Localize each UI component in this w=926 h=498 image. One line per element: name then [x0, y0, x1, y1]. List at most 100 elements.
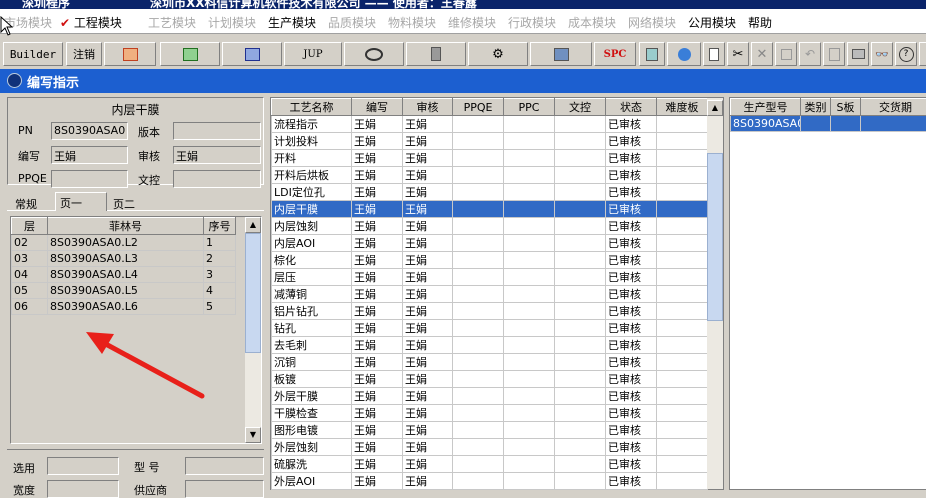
table-row[interactable]: 058S0390ASA0.L54 [12, 283, 236, 299]
help-button[interactable]: ? [895, 42, 917, 66]
column-header[interactable]: 交货期 [861, 99, 926, 116]
menu-item[interactable]: 工艺模块 [148, 14, 196, 31]
tab-general[interactable]: 常规 [11, 196, 41, 212]
table-row[interactable]: 流程指示王娟王娟已审核 [272, 116, 708, 133]
extra-button[interactable] [919, 42, 926, 66]
menu-item[interactable]: 生产模块 [268, 14, 316, 31]
table-row[interactable]: 048S0390ASA0.L43 [12, 267, 236, 283]
ppqe-field[interactable] [51, 170, 128, 188]
scroll-down-icon[interactable]: ▼ [245, 427, 261, 443]
table-row[interactable]: 计划投料王娟王娟已审核 [272, 133, 708, 150]
table-row[interactable]: 外层AOI王娟王娟已审核 [272, 473, 708, 490]
jup-button[interactable]: JUP [284, 42, 342, 66]
column-header[interactable]: 层 [12, 218, 48, 235]
table-row[interactable]: 内层干膜王娟王娟已审核 [272, 201, 708, 218]
globe-button[interactable] [667, 42, 701, 66]
doc-control-field[interactable] [173, 170, 261, 188]
computer-button[interactable] [530, 42, 592, 66]
column-header[interactable]: 类别 [801, 99, 831, 116]
table-cell: 已审核 [606, 354, 657, 371]
preview-button[interactable] [823, 42, 845, 66]
column-header[interactable]: 编写 [352, 99, 403, 116]
table-row[interactable]: LDI定位孔王娟王娟已审核 [272, 184, 708, 201]
column-header[interactable]: 审核 [403, 99, 453, 116]
table-row[interactable]: 去毛刺王娟王娟已审核 [272, 337, 708, 354]
version-field[interactable] [173, 122, 261, 140]
table-row[interactable]: 内层蚀刻王娟王娟已审核 [272, 218, 708, 235]
scroll-thumb[interactable] [707, 153, 723, 321]
undo-button[interactable]: ↶ [799, 42, 821, 66]
tab-page-one[interactable]: 页一 [55, 192, 107, 211]
layer-scrollbar[interactable]: ▲ ▼ [245, 217, 261, 443]
table-row[interactable]: 外层干膜王娟王娟已审核 [272, 388, 708, 405]
table-row[interactable]: 外层蚀刻王娟王娟已审核 [272, 439, 708, 456]
table-row[interactable]: 干膜检查王娟王娟已审核 [272, 405, 708, 422]
view-button[interactable] [344, 42, 404, 66]
calculator-button[interactable] [639, 42, 665, 66]
table-row[interactable]: 开料后烘板王娟王娟已审核 [272, 167, 708, 184]
table-cell [504, 286, 555, 303]
table-row[interactable]: 钻孔王娟王娟已审核 [272, 320, 708, 337]
table-row[interactable]: 减薄铜王娟王娟已审核 [272, 286, 708, 303]
table-row[interactable]: 028S0390ASA0.L21 [12, 235, 236, 251]
menu-item[interactable]: 物料模块 [388, 14, 436, 31]
reviewer-field[interactable]: 王娟 [173, 146, 261, 164]
table-row[interactable]: 沉铜王娟王娟已审核 [272, 354, 708, 371]
new-button[interactable] [703, 42, 725, 66]
logout-button[interactable]: 注销 [66, 42, 102, 66]
menu-item[interactable]: 网络模块 [628, 14, 676, 31]
scroll-up-icon[interactable]: ▲ [707, 100, 723, 116]
column-header[interactable]: 文控 [555, 99, 606, 116]
menu-item[interactable]: ✔ 工程模块 [60, 14, 122, 31]
cut-button[interactable]: ✂ [727, 42, 749, 66]
table-row[interactable]: 板镀王娟王娟已审核 [272, 371, 708, 388]
column-header[interactable]: S板 [831, 99, 861, 116]
delete-button[interactable]: ✕ [751, 42, 773, 66]
database-button[interactable] [406, 42, 466, 66]
table-row[interactable]: 图形电镀王娟王娟已审核 [272, 422, 708, 439]
menu-item[interactable]: 维修模块 [448, 14, 496, 31]
writer-field[interactable]: 王娟 [51, 146, 128, 164]
menu-item[interactable]: 成本模块 [568, 14, 616, 31]
menu-item[interactable]: 帮助 [748, 14, 772, 31]
table-row[interactable]: 8S0390ASA0 [731, 116, 926, 132]
table-row[interactable]: 内层AOI王娟王娟已审核 [272, 235, 708, 252]
table-row[interactable]: 棕化王娟王娟已审核 [272, 252, 708, 269]
column-header[interactable]: 工艺名称 [272, 99, 352, 116]
find-button[interactable]: 👓 [871, 42, 893, 66]
scroll-up-icon[interactable]: ▲ [245, 217, 261, 233]
column-header[interactable]: 状态 [606, 99, 657, 116]
excel-button[interactable] [160, 42, 220, 66]
select-field[interactable] [47, 457, 119, 475]
menu-item[interactable]: 公用模块 [688, 14, 736, 31]
builder-button[interactable]: Builder [3, 42, 63, 66]
print-button[interactable] [847, 42, 869, 66]
menu-item[interactable]: 计划模块 [208, 14, 256, 31]
table-row[interactable]: 硫脲洗王娟王娟已审核 [272, 456, 708, 473]
column-header[interactable]: 生产型号 [731, 99, 801, 116]
table-row[interactable]: 层压王娟王娟已审核 [272, 269, 708, 286]
word-button[interactable] [222, 42, 282, 66]
tools-button[interactable]: ⚙ [468, 42, 528, 66]
supplier-field[interactable] [185, 480, 264, 498]
powerpoint-button[interactable] [104, 42, 156, 66]
process-scrollbar[interactable]: ▲ [707, 98, 723, 489]
scroll-thumb[interactable] [245, 233, 261, 353]
table-row[interactable]: 铝片钻孔王娟王娟已审核 [272, 303, 708, 320]
table-row[interactable]: 038S0390ASA0.L32 [12, 251, 236, 267]
width-field[interactable] [47, 480, 119, 498]
save-button[interactable] [775, 42, 797, 66]
menu-item[interactable]: 品质模块 [328, 14, 376, 31]
pn-field[interactable]: 8S0390ASA0 [51, 122, 128, 140]
column-header[interactable]: PPC [504, 99, 555, 116]
spc-button[interactable]: SPC [594, 42, 636, 66]
model-field[interactable] [185, 457, 264, 475]
column-header[interactable]: 难度板 [657, 99, 708, 116]
menu-item[interactable]: 行政模块 [508, 14, 556, 31]
table-row[interactable]: 068S0390ASA0.L65 [12, 299, 236, 315]
tab-page-two[interactable]: 页二 [109, 196, 139, 212]
column-header[interactable]: 序号 [204, 218, 236, 235]
table-row[interactable]: 开料王娟王娟已审核 [272, 150, 708, 167]
column-header[interactable]: PPQE [453, 99, 504, 116]
column-header[interactable]: 菲林号 [48, 218, 204, 235]
